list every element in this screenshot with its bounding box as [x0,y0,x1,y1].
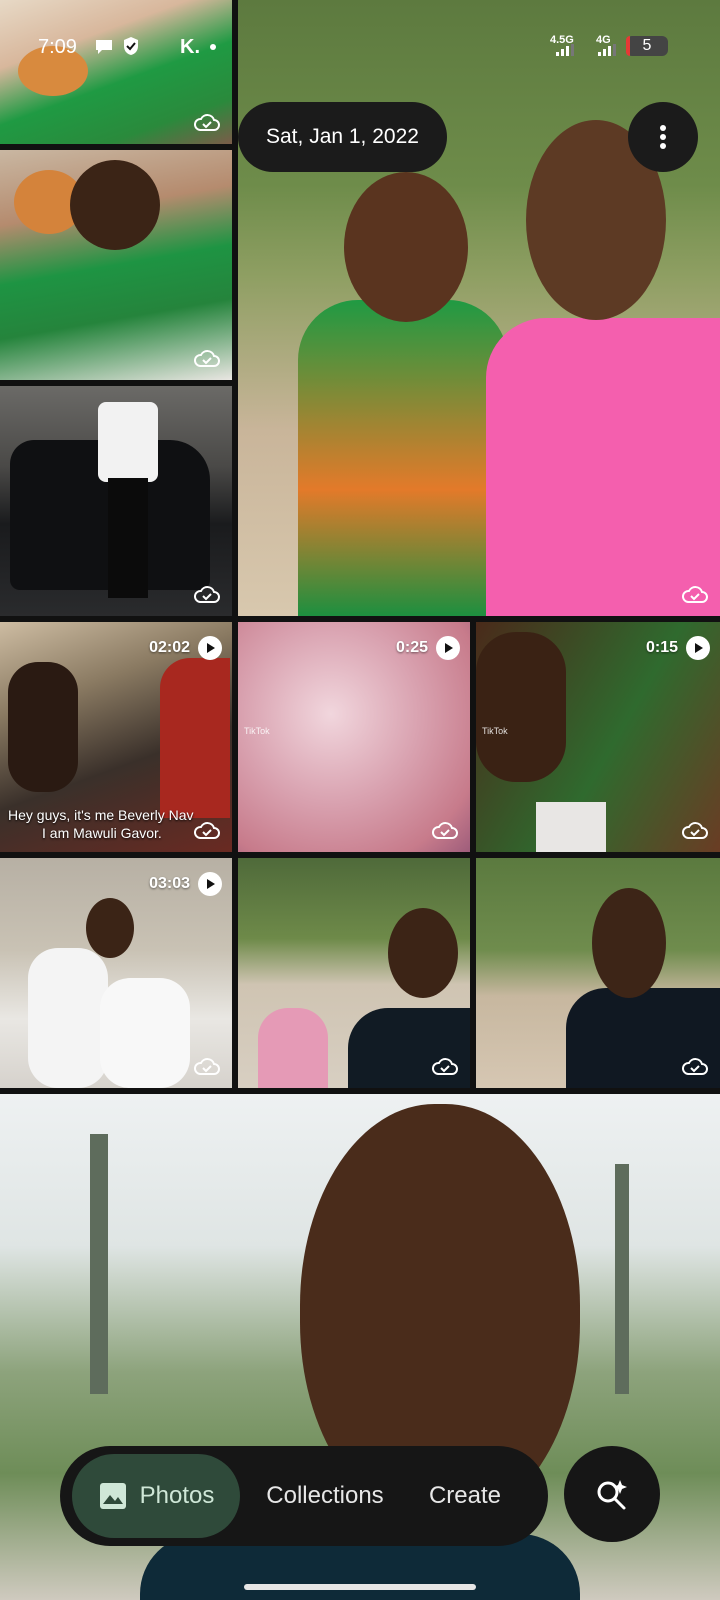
search-sparkle-icon [597,1480,627,1510]
photo-tile-5[interactable] [238,858,470,1088]
cloud-check-icon [194,1058,220,1075]
more-options-button[interactable] [628,102,698,172]
cloud-check-icon [194,350,220,367]
video-duration: 02:02 [149,636,222,660]
tiktok-watermark: TikTok [482,726,508,736]
video-duration: 0:25 [396,636,460,660]
cloud-check-icon [682,822,708,839]
play-icon [686,636,710,660]
date-chip: Sat, Jan 1, 2022 [238,102,447,172]
play-icon [436,636,460,660]
tab-create-label: Create [428,1482,502,1509]
photo-tile-2[interactable] [0,150,232,380]
play-icon [198,872,222,896]
tiktok-watermark: TikTok [244,726,270,736]
cloud-check-icon [432,822,458,839]
play-icon [198,636,222,660]
home-indicator [244,1584,476,1590]
date-label: Sat, Jan 1, 2022 [266,125,419,148]
cloud-check-icon [432,1058,458,1075]
tab-create[interactable]: Create [410,1454,520,1538]
video-tile-3[interactable]: 0:15 TikTok [476,622,720,852]
tab-photos[interactable]: Photos [72,1454,240,1538]
cloud-check-icon [194,822,220,839]
tab-collections-label: Collections [266,1482,384,1509]
video-duration: 03:03 [149,872,222,896]
video-duration: 0:15 [646,636,710,660]
photo-tile-6[interactable] [476,858,720,1088]
photo-tile-1[interactable] [0,0,232,144]
bottom-nav: Photos Collections Create [60,1446,548,1546]
cloud-check-icon [194,114,220,131]
video-caption: Hey guys, it's me Beverly Nav I am Mawul… [8,807,194,841]
photo-icon [99,1483,126,1509]
video-tile-1[interactable]: 02:02 Hey guys, it's me Beverly Nav I am… [0,622,232,852]
tab-photos-label: Photos [139,1482,215,1509]
cloud-check-icon [682,586,708,603]
search-button[interactable] [564,1446,660,1542]
cloud-check-icon [682,1058,708,1075]
photo-tile-3[interactable] [0,386,232,616]
video-tile-4[interactable]: 03:03 [0,858,232,1088]
cloud-check-icon [194,586,220,603]
more-vert-icon [660,125,666,149]
video-tile-2[interactable]: 0:25 TikTok [238,622,470,852]
photo-tile-large[interactable] [238,0,720,616]
tab-collections[interactable]: Collections [240,1454,410,1538]
